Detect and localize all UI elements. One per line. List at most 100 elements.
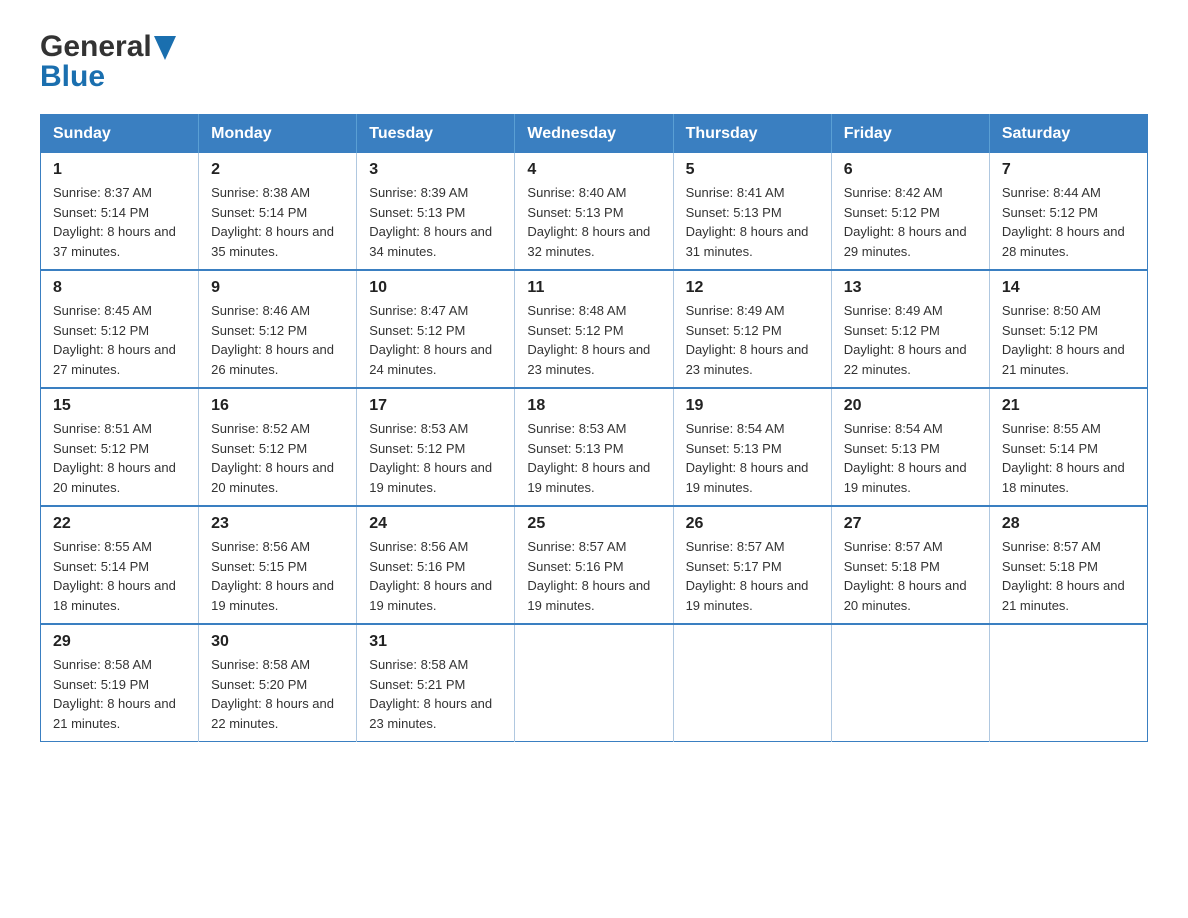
calendar-cell: 12 Sunrise: 8:49 AMSunset: 5:12 PMDaylig… [673, 270, 831, 388]
day-info: Sunrise: 8:41 AMSunset: 5:13 PMDaylight:… [686, 185, 809, 259]
calendar-cell: 24 Sunrise: 8:56 AMSunset: 5:16 PMDaylig… [357, 506, 515, 624]
calendar-cell [515, 624, 673, 742]
calendar-cell: 20 Sunrise: 8:54 AMSunset: 5:13 PMDaylig… [831, 388, 989, 506]
calendar-cell: 3 Sunrise: 8:39 AMSunset: 5:13 PMDayligh… [357, 153, 515, 270]
day-number: 15 [53, 397, 186, 415]
day-number: 5 [686, 161, 819, 179]
day-number: 16 [211, 397, 344, 415]
day-info: Sunrise: 8:44 AMSunset: 5:12 PMDaylight:… [1002, 185, 1125, 259]
calendar-cell: 8 Sunrise: 8:45 AMSunset: 5:12 PMDayligh… [41, 270, 199, 388]
calendar-cell: 15 Sunrise: 8:51 AMSunset: 5:12 PMDaylig… [41, 388, 199, 506]
calendar-cell: 16 Sunrise: 8:52 AMSunset: 5:12 PMDaylig… [199, 388, 357, 506]
day-info: Sunrise: 8:37 AMSunset: 5:14 PMDaylight:… [53, 185, 176, 259]
day-info: Sunrise: 8:47 AMSunset: 5:12 PMDaylight:… [369, 303, 492, 377]
day-number: 28 [1002, 515, 1135, 533]
calendar-cell: 18 Sunrise: 8:53 AMSunset: 5:13 PMDaylig… [515, 388, 673, 506]
day-info: Sunrise: 8:58 AMSunset: 5:20 PMDaylight:… [211, 657, 334, 731]
day-number: 13 [844, 279, 977, 297]
logo-blue: Blue [40, 60, 105, 94]
day-number: 11 [527, 279, 660, 297]
calendar-cell: 21 Sunrise: 8:55 AMSunset: 5:14 PMDaylig… [989, 388, 1147, 506]
day-info: Sunrise: 8:58 AMSunset: 5:21 PMDaylight:… [369, 657, 492, 731]
calendar-cell [989, 624, 1147, 742]
calendar-cell: 25 Sunrise: 8:57 AMSunset: 5:16 PMDaylig… [515, 506, 673, 624]
header-day-saturday: Saturday [989, 115, 1147, 154]
day-info: Sunrise: 8:53 AMSunset: 5:13 PMDaylight:… [527, 421, 650, 495]
day-info: Sunrise: 8:39 AMSunset: 5:13 PMDaylight:… [369, 185, 492, 259]
day-info: Sunrise: 8:57 AMSunset: 5:17 PMDaylight:… [686, 539, 809, 613]
day-info: Sunrise: 8:58 AMSunset: 5:19 PMDaylight:… [53, 657, 176, 731]
calendar-header: SundayMondayTuesdayWednesdayThursdayFrid… [41, 115, 1148, 154]
calendar-cell: 22 Sunrise: 8:55 AMSunset: 5:14 PMDaylig… [41, 506, 199, 624]
day-number: 30 [211, 633, 344, 651]
day-number: 19 [686, 397, 819, 415]
day-info: Sunrise: 8:56 AMSunset: 5:16 PMDaylight:… [369, 539, 492, 613]
day-info: Sunrise: 8:55 AMSunset: 5:14 PMDaylight:… [1002, 421, 1125, 495]
header-day-sunday: Sunday [41, 115, 199, 154]
day-info: Sunrise: 8:45 AMSunset: 5:12 PMDaylight:… [53, 303, 176, 377]
day-number: 24 [369, 515, 502, 533]
logo: General Blue [40, 30, 176, 94]
header-day-monday: Monday [199, 115, 357, 154]
day-number: 25 [527, 515, 660, 533]
day-info: Sunrise: 8:57 AMSunset: 5:18 PMDaylight:… [1002, 539, 1125, 613]
day-number: 27 [844, 515, 977, 533]
calendar-cell: 5 Sunrise: 8:41 AMSunset: 5:13 PMDayligh… [673, 153, 831, 270]
calendar-cell: 23 Sunrise: 8:56 AMSunset: 5:15 PMDaylig… [199, 506, 357, 624]
day-number: 2 [211, 161, 344, 179]
day-number: 9 [211, 279, 344, 297]
day-number: 3 [369, 161, 502, 179]
calendar-cell: 10 Sunrise: 8:47 AMSunset: 5:12 PMDaylig… [357, 270, 515, 388]
week-row-2: 8 Sunrise: 8:45 AMSunset: 5:12 PMDayligh… [41, 270, 1148, 388]
calendar-cell: 7 Sunrise: 8:44 AMSunset: 5:12 PMDayligh… [989, 153, 1147, 270]
day-number: 29 [53, 633, 186, 651]
day-info: Sunrise: 8:57 AMSunset: 5:16 PMDaylight:… [527, 539, 650, 613]
day-number: 18 [527, 397, 660, 415]
calendar-cell: 29 Sunrise: 8:58 AMSunset: 5:19 PMDaylig… [41, 624, 199, 742]
day-number: 8 [53, 279, 186, 297]
calendar-cell: 28 Sunrise: 8:57 AMSunset: 5:18 PMDaylig… [989, 506, 1147, 624]
calendar-cell: 30 Sunrise: 8:58 AMSunset: 5:20 PMDaylig… [199, 624, 357, 742]
day-number: 4 [527, 161, 660, 179]
day-info: Sunrise: 8:54 AMSunset: 5:13 PMDaylight:… [844, 421, 967, 495]
calendar-cell: 1 Sunrise: 8:37 AMSunset: 5:14 PMDayligh… [41, 153, 199, 270]
day-number: 6 [844, 161, 977, 179]
day-number: 22 [53, 515, 186, 533]
calendar-cell: 6 Sunrise: 8:42 AMSunset: 5:12 PMDayligh… [831, 153, 989, 270]
calendar-cell: 9 Sunrise: 8:46 AMSunset: 5:12 PMDayligh… [199, 270, 357, 388]
calendar-cell [673, 624, 831, 742]
day-number: 20 [844, 397, 977, 415]
day-number: 1 [53, 161, 186, 179]
day-number: 7 [1002, 161, 1135, 179]
header-day-tuesday: Tuesday [357, 115, 515, 154]
week-row-5: 29 Sunrise: 8:58 AMSunset: 5:19 PMDaylig… [41, 624, 1148, 742]
calendar-body: 1 Sunrise: 8:37 AMSunset: 5:14 PMDayligh… [41, 153, 1148, 742]
day-info: Sunrise: 8:40 AMSunset: 5:13 PMDaylight:… [527, 185, 650, 259]
calendar-cell: 4 Sunrise: 8:40 AMSunset: 5:13 PMDayligh… [515, 153, 673, 270]
week-row-3: 15 Sunrise: 8:51 AMSunset: 5:12 PMDaylig… [41, 388, 1148, 506]
week-row-1: 1 Sunrise: 8:37 AMSunset: 5:14 PMDayligh… [41, 153, 1148, 270]
calendar-cell [831, 624, 989, 742]
week-row-4: 22 Sunrise: 8:55 AMSunset: 5:14 PMDaylig… [41, 506, 1148, 624]
day-number: 17 [369, 397, 502, 415]
day-info: Sunrise: 8:46 AMSunset: 5:12 PMDaylight:… [211, 303, 334, 377]
calendar-cell: 14 Sunrise: 8:50 AMSunset: 5:12 PMDaylig… [989, 270, 1147, 388]
day-info: Sunrise: 8:55 AMSunset: 5:14 PMDaylight:… [53, 539, 176, 613]
day-number: 31 [369, 633, 502, 651]
day-number: 12 [686, 279, 819, 297]
calendar-cell: 27 Sunrise: 8:57 AMSunset: 5:18 PMDaylig… [831, 506, 989, 624]
calendar-cell: 2 Sunrise: 8:38 AMSunset: 5:14 PMDayligh… [199, 153, 357, 270]
logo-arrow-icon [154, 36, 176, 60]
calendar-cell: 13 Sunrise: 8:49 AMSunset: 5:12 PMDaylig… [831, 270, 989, 388]
day-info: Sunrise: 8:49 AMSunset: 5:12 PMDaylight:… [844, 303, 967, 377]
page-header: General Blue [40, 30, 1148, 94]
day-number: 14 [1002, 279, 1135, 297]
calendar-cell: 11 Sunrise: 8:48 AMSunset: 5:12 PMDaylig… [515, 270, 673, 388]
day-info: Sunrise: 8:57 AMSunset: 5:18 PMDaylight:… [844, 539, 967, 613]
day-info: Sunrise: 8:52 AMSunset: 5:12 PMDaylight:… [211, 421, 334, 495]
day-info: Sunrise: 8:42 AMSunset: 5:12 PMDaylight:… [844, 185, 967, 259]
header-day-friday: Friday [831, 115, 989, 154]
calendar-cell: 19 Sunrise: 8:54 AMSunset: 5:13 PMDaylig… [673, 388, 831, 506]
day-number: 10 [369, 279, 502, 297]
day-info: Sunrise: 8:54 AMSunset: 5:13 PMDaylight:… [686, 421, 809, 495]
